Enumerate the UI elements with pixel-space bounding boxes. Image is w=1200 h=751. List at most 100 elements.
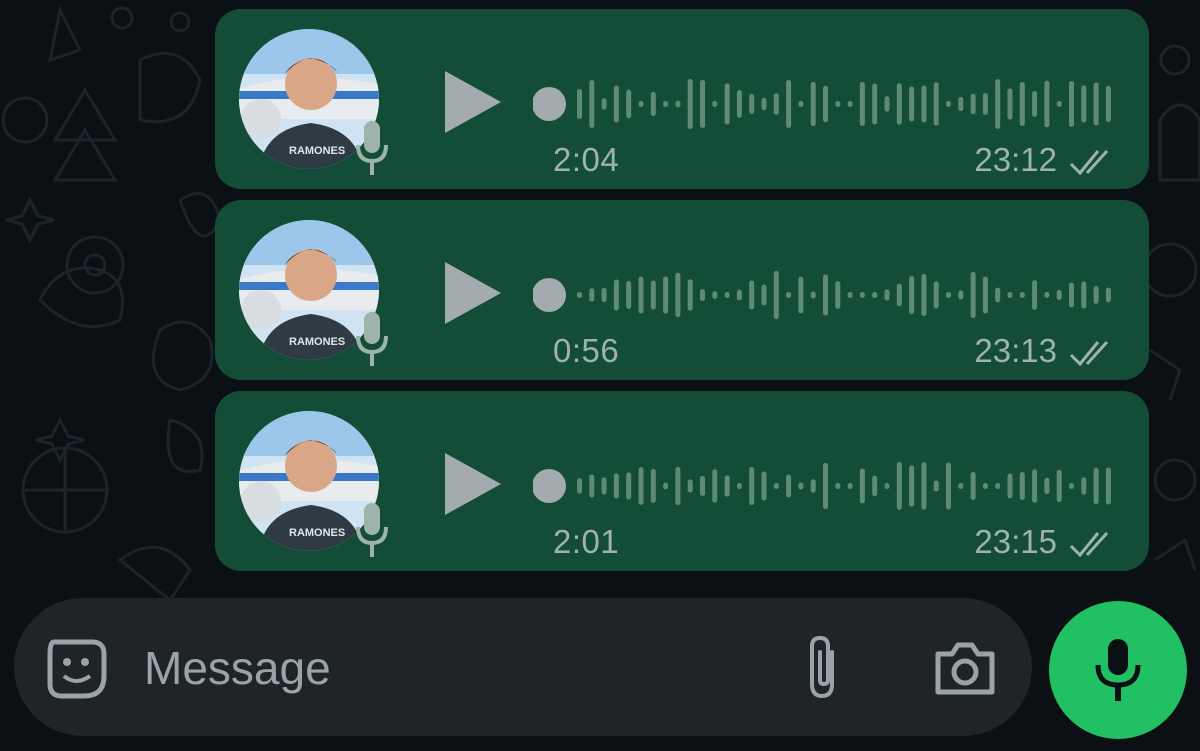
play-icon[interactable] [443,260,503,326]
svg-text:RAMONES: RAMONES [289,336,345,348]
waveform-bar [847,101,853,107]
waveform-bar [810,479,816,493]
waveform-bar [589,288,595,302]
audio-waveform[interactable] [533,64,1113,144]
message-input[interactable] [142,632,746,704]
play-icon[interactable] [443,451,503,517]
waveform-bar [1056,290,1062,300]
waveform-bar [909,86,915,122]
waveform-bar [736,90,742,118]
waveform-bar [613,279,619,311]
waveform-bar [1044,477,1050,495]
audio-waveform[interactable] [533,255,1113,335]
voice-message-bubble[interactable]: RAMONES 2:01 23:15 [215,391,1149,571]
voice-message-bubble[interactable]: RAMONES 2:04 23:12 [215,9,1149,189]
waveform-bar [712,291,718,299]
waveform-bar [921,273,927,317]
waveform-bar [663,101,669,107]
waveform-bar [835,281,841,309]
waveform-bar [663,276,669,314]
waveform-bar [773,93,779,115]
waveform-bar [638,101,644,107]
waveform-bar [1007,473,1013,499]
waveform-bar [761,471,767,501]
double-check-read-icon [1069,149,1109,176]
waveform-bar [823,274,828,316]
waveform-bar [1019,472,1025,500]
voice-note-mic-icon [356,503,388,557]
waveform-bar [650,91,656,117]
waveform-bar [896,283,902,307]
audio-waveform[interactable] [533,446,1113,526]
waveform-bar [995,79,1001,129]
waveform-bar [1081,281,1087,309]
waveform-bar [859,292,865,298]
waveform-bar [958,483,964,489]
waveform-bar [896,83,902,125]
waveform-bar [589,474,595,498]
waveform-bar [773,270,779,320]
waveform-bar [982,93,988,115]
double-check-read-icon [1069,531,1109,558]
waveform-bar [1105,85,1111,123]
waveform-bar [970,93,976,115]
waveform-bar [909,275,915,315]
waveform-bar [577,478,582,494]
waveform-bar [946,462,951,510]
waveform-bar [1044,80,1050,128]
waveform-bar [601,287,607,303]
playhead-dot [533,278,566,312]
waveform-bar [933,281,939,309]
waveform-bar [700,288,705,302]
record-voice-button[interactable] [1049,601,1187,739]
waveform-bar [921,462,927,510]
waveform-bar [921,85,927,123]
sticker-emoji-icon[interactable] [46,638,108,700]
waveform-bar [1032,469,1038,503]
waveform-bar [884,96,890,112]
waveform-bar [933,480,939,492]
waveform-bar [847,483,853,489]
waveform-bar [982,276,988,314]
waveform-bar [835,483,841,489]
waveform-bar [687,479,693,493]
waveform-bar [700,475,705,497]
waveform-bar [1093,467,1099,505]
microphone-icon [1095,639,1141,701]
waveform-bar [749,93,755,115]
voice-note-mic-icon [356,312,388,366]
waveform-bar [896,462,902,510]
waveform-bar [933,82,939,126]
waveform-bar [577,292,582,298]
playhead-dot [533,469,566,503]
waveform-bar [675,272,681,318]
waveform-bar [589,80,595,128]
waveform-bar [736,289,742,301]
waveform-bar [650,469,656,503]
waveform-bar [995,287,1001,303]
waveform-bar [1081,477,1087,495]
svg-text:RAMONES: RAMONES [289,145,345,157]
play-icon[interactable] [443,69,503,135]
waveform-bar [859,468,865,504]
voice-duration: 2:04 [553,141,620,178]
waveform-bar [872,292,878,298]
waveform-bar [724,475,730,497]
voice-note-mic-icon [356,121,388,175]
waveform-bar [687,279,693,311]
voice-message-bubble[interactable]: RAMONES 0:56 23:13 [215,200,1149,380]
waveform-bar [1056,469,1062,503]
camera-icon[interactable] [934,640,996,696]
waveform-bar [736,483,742,489]
waveform-bar [884,483,890,489]
waveform-bar [626,89,632,119]
waveform-bar [872,475,878,497]
waveform-bar [700,80,705,128]
voice-duration: 0:56 [553,332,620,369]
waveform-bar [823,85,828,123]
waveform-bar [687,79,693,129]
waveform-bar [847,292,853,298]
waveform-bar [1069,80,1074,128]
waveform-bar [786,474,792,498]
paperclip-icon[interactable] [800,634,846,702]
